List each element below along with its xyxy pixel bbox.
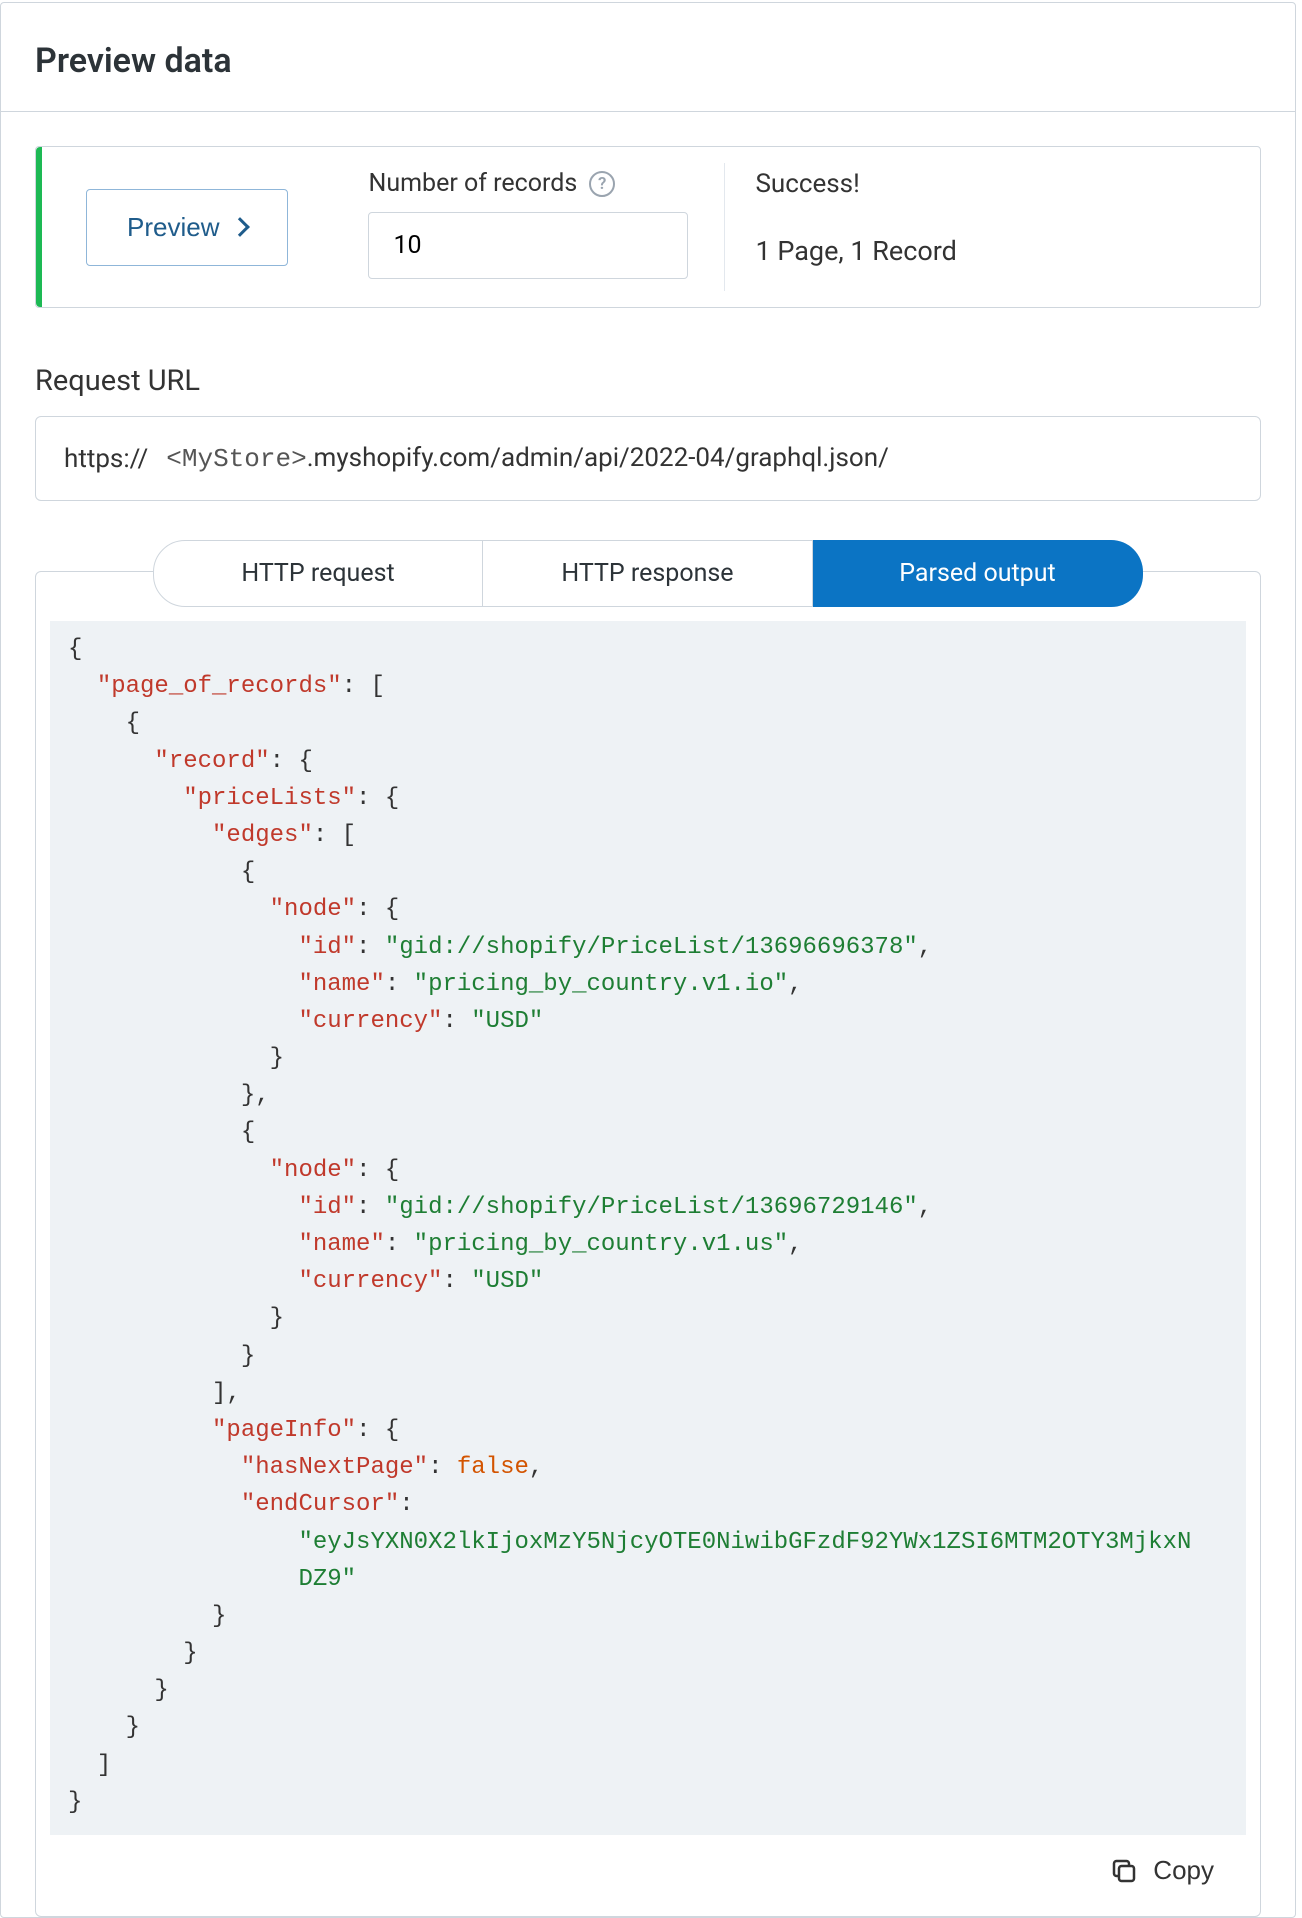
json-key: "priceLists" bbox=[183, 785, 356, 812]
number-of-records-cell: Number of records ? bbox=[332, 147, 724, 307]
request-url-title: Request URL bbox=[35, 364, 1261, 398]
copy-row: Copy bbox=[36, 1835, 1260, 1896]
tab-http-request[interactable]: HTTP request bbox=[153, 540, 483, 607]
preview-button[interactable]: Preview bbox=[86, 189, 288, 266]
request-url-path: .myshopify.com/admin/api/2022-04/graphql… bbox=[307, 443, 889, 473]
preview-data-panel: Preview data Preview Number of records ?… bbox=[0, 2, 1296, 1918]
copy-button-label: Copy bbox=[1153, 1855, 1214, 1886]
json-key: "page_of_records" bbox=[97, 673, 342, 700]
help-icon[interactable]: ? bbox=[589, 171, 615, 197]
json-string: "USD" bbox=[471, 1268, 543, 1295]
json-key: "currency" bbox=[298, 1268, 442, 1295]
json-string: "gid://shopify/PriceList/13696729146" bbox=[385, 1194, 918, 1221]
json-string: "USD" bbox=[471, 1008, 543, 1035]
copy-icon bbox=[1109, 1856, 1139, 1886]
copy-button[interactable]: Copy bbox=[1109, 1855, 1214, 1886]
request-url-placeholder-token: <MyStore> bbox=[166, 444, 306, 474]
preview-button-label: Preview bbox=[127, 212, 219, 243]
json-key: "name" bbox=[298, 1231, 384, 1258]
json-key: "record" bbox=[154, 748, 269, 775]
json-key: "pageInfo" bbox=[212, 1417, 356, 1444]
status-detail: 1 Page, 1 Record bbox=[755, 235, 1230, 267]
json-key: "currency" bbox=[298, 1008, 442, 1035]
status-title: Success! bbox=[755, 169, 1230, 199]
request-url-box[interactable]: https:// <MyStore>.myshopify.com/admin/a… bbox=[35, 416, 1261, 501]
number-of-records-label-row: Number of records ? bbox=[368, 169, 688, 198]
status-cell: Success! 1 Page, 1 Record bbox=[725, 147, 1260, 307]
json-key: "node" bbox=[270, 1157, 356, 1184]
json-key: "id" bbox=[298, 934, 356, 961]
json-string: DZ9" bbox=[298, 1566, 356, 1593]
parsed-output-code[interactable]: { "page_of_records": [ { "record": { "pr… bbox=[50, 621, 1246, 1835]
json-bool: false bbox=[457, 1454, 529, 1481]
json-string: "pricing_by_country.v1.us" bbox=[414, 1231, 788, 1258]
json-key: "hasNextPage" bbox=[241, 1454, 428, 1481]
json-string: "pricing_by_country.v1.io" bbox=[414, 971, 788, 998]
chevron-right-icon bbox=[231, 217, 251, 237]
request-url-value: <MyStore>.myshopify.com/admin/api/2022-0… bbox=[166, 443, 889, 474]
preview-controls-row: Preview Number of records ? Success! 1 P… bbox=[35, 146, 1261, 308]
preview-button-cell: Preview bbox=[42, 147, 332, 307]
output-tabs: HTTP request HTTP response Parsed output bbox=[36, 540, 1260, 607]
json-key: "name" bbox=[298, 971, 384, 998]
json-key: "id" bbox=[298, 1194, 356, 1221]
json-string: "gid://shopify/PriceList/13696696378" bbox=[385, 934, 918, 961]
tab-http-response[interactable]: HTTP response bbox=[483, 540, 813, 607]
json-string: "eyJsYXN0X2lkIjoxMzY5NjcyOTE0NiwibGFzdF9… bbox=[298, 1529, 1191, 1556]
request-url-scheme: https:// bbox=[64, 444, 148, 474]
tab-parsed-output[interactable]: Parsed output bbox=[813, 540, 1143, 607]
json-key: "edges" bbox=[212, 822, 313, 849]
panel-title: Preview data bbox=[35, 41, 1261, 81]
output-panel: HTTP request HTTP response Parsed output… bbox=[35, 571, 1261, 1917]
number-of-records-label: Number of records bbox=[368, 169, 577, 198]
json-key: "endCursor" bbox=[241, 1491, 399, 1518]
request-url-section: Request URL https:// <MyStore>.myshopify… bbox=[35, 364, 1261, 501]
json-key: "node" bbox=[270, 896, 356, 923]
panel-header: Preview data bbox=[1, 3, 1295, 112]
number-of-records-input[interactable] bbox=[368, 212, 688, 279]
